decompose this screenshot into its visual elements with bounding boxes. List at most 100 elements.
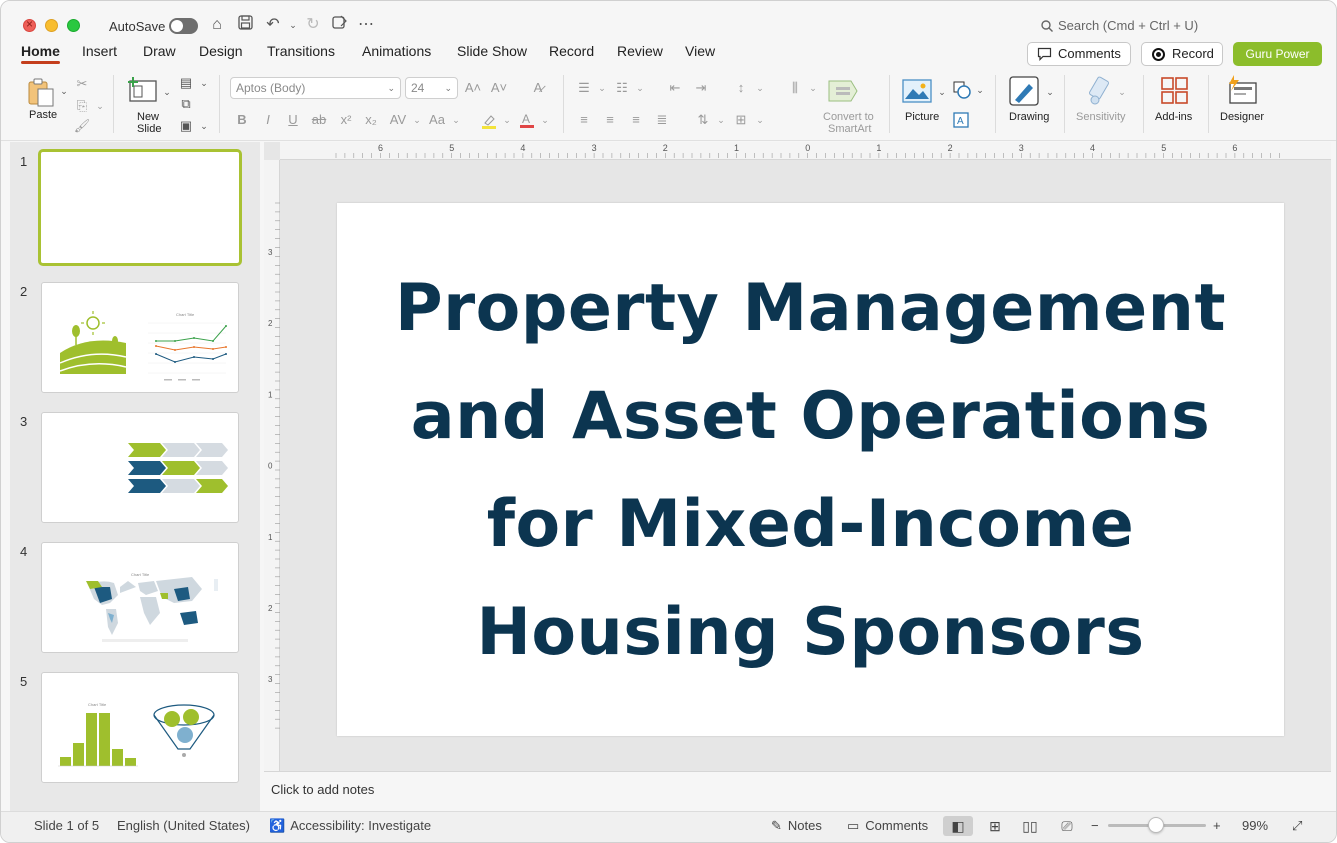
tab-insert[interactable]: Insert (82, 43, 117, 59)
subscript-icon[interactable]: x₂ (362, 111, 380, 129)
undo-dropdown-chevron-icon[interactable]: ⌄ (283, 15, 303, 35)
reset-slide-icon[interactable]: ⧉ (177, 95, 195, 113)
columns-icon[interactable]: ⫼ (786, 79, 804, 97)
current-slide[interactable]: Property Management and Asset Operations… (337, 203, 1284, 736)
align-text-chevron-icon[interactable]: ⌄ (751, 111, 769, 129)
save-icon[interactable] (235, 15, 255, 35)
shapes-dropdown-chevron-icon[interactable]: ⌄ (971, 81, 989, 99)
new-slide-dropdown-chevron-icon[interactable]: ⌄ (158, 83, 176, 101)
reading-view-button[interactable]: ▯▯ (1015, 816, 1045, 836)
sensitivity-icon[interactable] (1087, 76, 1115, 111)
slide-title-placeholder[interactable]: Property Management and Asset Operations… (377, 255, 1244, 687)
close-window-button[interactable] (23, 17, 36, 32)
smartart-icon[interactable] (827, 79, 859, 108)
designer-icon[interactable] (1226, 75, 1258, 110)
line-spacing-icon[interactable]: ↕ (732, 79, 750, 97)
underline-icon[interactable]: U (284, 111, 302, 129)
record-button[interactable]: Record (1141, 42, 1223, 66)
change-case-icon[interactable]: Aa (428, 111, 446, 129)
slide-thumbnail-4[interactable]: Chart Title (41, 542, 239, 653)
paste-dropdown-chevron-icon[interactable]: ⌄ (55, 82, 73, 100)
copy-dropdown-chevron-icon[interactable]: ⌄ (91, 97, 109, 115)
clear-formatting-icon[interactable]: A̷ (529, 79, 547, 97)
layout-dropdown-chevron-icon[interactable]: ⌄ (195, 74, 213, 92)
section-icon[interactable]: ▣ (177, 117, 195, 135)
tab-animations[interactable]: Animations (362, 43, 431, 59)
zoom-in-button[interactable]: + (1213, 818, 1221, 833)
copy-icon[interactable]: ⎘ (73, 97, 91, 115)
highlight-icon[interactable] (481, 113, 497, 129)
line-spacing-chevron-icon[interactable]: ⌄ (751, 79, 769, 97)
tab-slide-show[interactable]: Slide Show (457, 43, 527, 59)
home-icon[interactable]: ⌂ (207, 15, 227, 35)
decrease-indent-icon[interactable]: ⇤ (666, 79, 684, 97)
justify-icon[interactable]: ≣ (653, 111, 671, 129)
slide-thumbnail-5[interactable]: Chart Title (41, 672, 239, 783)
minimize-window-button[interactable] (45, 19, 58, 32)
italic-icon[interactable]: I (259, 111, 277, 129)
language-status[interactable]: English (United States) (117, 818, 250, 833)
tab-draw[interactable]: Draw (143, 43, 176, 59)
text-direction-chevron-icon[interactable]: ⌄ (712, 111, 730, 129)
maximize-window-button[interactable] (67, 19, 80, 32)
accessibility-status[interactable]: ♿ Accessibility: Investigate (269, 818, 431, 834)
character-spacing-icon[interactable]: AV (389, 111, 407, 129)
slide-thumbnail-1[interactable] (38, 149, 242, 266)
sensitivity-dropdown-chevron-icon[interactable]: ⌄ (1113, 83, 1131, 101)
search-box[interactable]: Search (Cmd + Ctrl + U) (1041, 18, 1198, 33)
tab-home[interactable]: Home (21, 43, 60, 64)
text-direction-icon[interactable]: ⇅ (694, 111, 712, 129)
slide-thumbnail-2[interactable]: Chart Title (41, 282, 239, 393)
guru-power-button[interactable]: Guru Power (1233, 42, 1322, 66)
strikethrough-icon[interactable]: ab (310, 111, 328, 129)
font-color-chevron-icon[interactable]: ⌄ (536, 111, 554, 129)
layout-icon[interactable]: ▤ (177, 74, 195, 92)
text-box-icon[interactable]: A (953, 112, 969, 133)
increase-font-size-icon[interactable]: A˄ (464, 79, 482, 97)
tab-record[interactable]: Record (549, 43, 594, 59)
zoom-level[interactable]: 99% (1242, 818, 1268, 833)
bold-icon[interactable]: B (233, 111, 251, 129)
picture-dropdown-chevron-icon[interactable]: ⌄ (933, 83, 951, 101)
change-case-chevron-icon[interactable]: ⌄ (447, 111, 465, 129)
normal-view-button[interactable]: ◧ (943, 816, 973, 836)
superscript-icon[interactable]: x² (337, 111, 355, 129)
align-left-icon[interactable]: ≡ (575, 111, 593, 129)
comments-button[interactable]: Comments (1027, 42, 1131, 66)
decrease-font-size-icon[interactable]: A˅ (490, 79, 508, 97)
new-slide-icon[interactable] (128, 77, 158, 108)
align-right-icon[interactable]: ≡ (627, 111, 645, 129)
zoom-out-button[interactable]: − (1091, 818, 1099, 833)
bullets-chevron-icon[interactable]: ⌄ (593, 79, 611, 97)
slide-thumbnail-3[interactable] (41, 412, 239, 523)
numbering-chevron-icon[interactable]: ⌄ (631, 79, 649, 97)
customize-toolbar-icon[interactable] (329, 15, 349, 35)
shapes-icon[interactable] (953, 81, 971, 104)
columns-chevron-icon[interactable]: ⌄ (804, 79, 822, 97)
tab-design[interactable]: Design (199, 43, 243, 59)
undo-icon[interactable]: ↶ (263, 15, 283, 35)
tab-transitions[interactable]: Transitions (267, 43, 335, 59)
cut-icon[interactable]: ✂ (73, 75, 91, 93)
notes-pane[interactable]: Click to add notes (264, 771, 1331, 811)
redo-icon[interactable]: ↻ (303, 15, 323, 35)
comments-toggle[interactable]: ▭ Comments (847, 818, 928, 834)
bullets-icon[interactable]: ☰ (575, 79, 593, 97)
section-dropdown-chevron-icon[interactable]: ⌄ (195, 117, 213, 135)
format-painter-icon[interactable]: 🖌 (73, 117, 91, 135)
increase-indent-icon[interactable]: ⇥ (692, 79, 710, 97)
highlight-chevron-icon[interactable]: ⌄ (498, 111, 516, 129)
align-center-icon[interactable]: ≡ (601, 111, 619, 129)
tab-review[interactable]: Review (617, 43, 663, 59)
zoom-slider-handle[interactable] (1148, 817, 1164, 833)
drawing-icon[interactable] (1009, 76, 1041, 111)
font-size-dropdown[interactable]: 24 ⌄ (405, 77, 458, 99)
autosave-toggle[interactable] (169, 18, 198, 34)
picture-icon[interactable] (902, 79, 932, 108)
more-options-icon[interactable]: ⋯ (356, 15, 376, 35)
drawing-dropdown-chevron-icon[interactable]: ⌄ (1041, 83, 1059, 101)
slideshow-button[interactable]: ⎚ (1052, 816, 1082, 836)
tab-view[interactable]: View (685, 43, 715, 59)
numbering-icon[interactable]: ☷ (613, 79, 631, 97)
paste-icon[interactable] (25, 76, 57, 113)
